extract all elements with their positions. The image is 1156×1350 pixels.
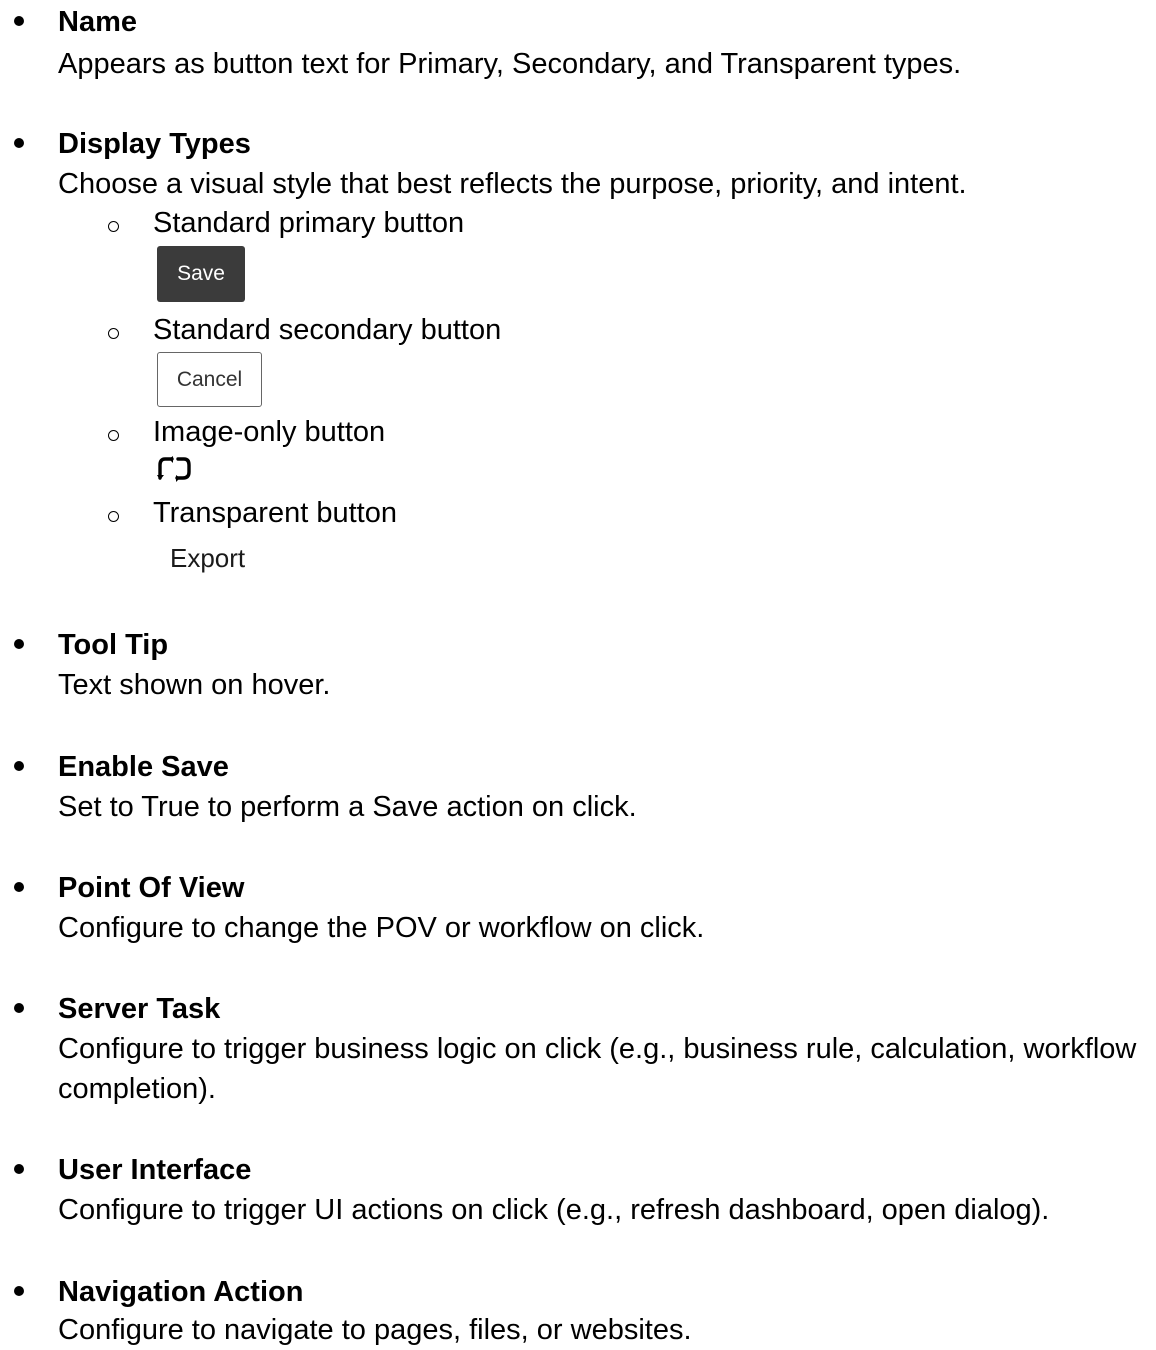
property-description: Configure to trigger business logic on c…: [58, 1033, 1137, 1105]
bullet-icon: [14, 1286, 24, 1296]
cancel-button[interactable]: Cancel: [157, 352, 262, 407]
display-type-label: Standard primary button: [153, 207, 465, 239]
property-title: Enable Save: [58, 751, 229, 783]
refresh-icon[interactable]: [157, 455, 193, 483]
property-description: Choose a visual style that best reflects…: [58, 168, 967, 200]
bullet-icon: [14, 1164, 24, 1174]
export-button[interactable]: Export: [170, 543, 245, 573]
bullet-icon: [14, 761, 24, 771]
save-button[interactable]: Save: [157, 246, 245, 302]
sub-bullet-icon: [108, 430, 119, 441]
document: Name Appears as button text for Primary,…: [0, 0, 1156, 1346]
property-title: Name: [58, 6, 137, 38]
property-description: Configure to change the POV or workflow …: [58, 912, 705, 944]
property-description: Configure to navigate to pages, files, o…: [58, 1314, 692, 1346]
bullet-icon: [14, 138, 24, 148]
property-title: Tool Tip: [58, 629, 169, 661]
property-title: Server Task: [58, 993, 221, 1025]
bullet-icon: [14, 639, 24, 649]
property-title: Display Types: [58, 128, 251, 160]
bullet-icon: [14, 1003, 24, 1013]
property-title: User Interface: [58, 1154, 252, 1186]
display-type-label: Standard secondary button: [153, 314, 502, 346]
sub-bullet-icon: [108, 328, 119, 339]
property-title: Point Of View: [58, 872, 245, 904]
display-type-label: Image-only button: [153, 416, 386, 448]
property-description: Set to True to perform a Save action on …: [58, 791, 637, 823]
sub-bullet-icon: [108, 511, 119, 522]
property-description: Appears as button text for Primary, Seco…: [58, 48, 962, 80]
property-title: Navigation Action: [58, 1276, 304, 1308]
bullet-icon: [14, 16, 24, 26]
property-description: Configure to trigger UI actions on click…: [58, 1194, 1050, 1226]
sub-bullet-icon: [108, 221, 119, 232]
bullet-icon: [14, 882, 24, 892]
display-type-label: Transparent button: [153, 497, 397, 529]
property-description: Text shown on hover.: [58, 669, 331, 701]
